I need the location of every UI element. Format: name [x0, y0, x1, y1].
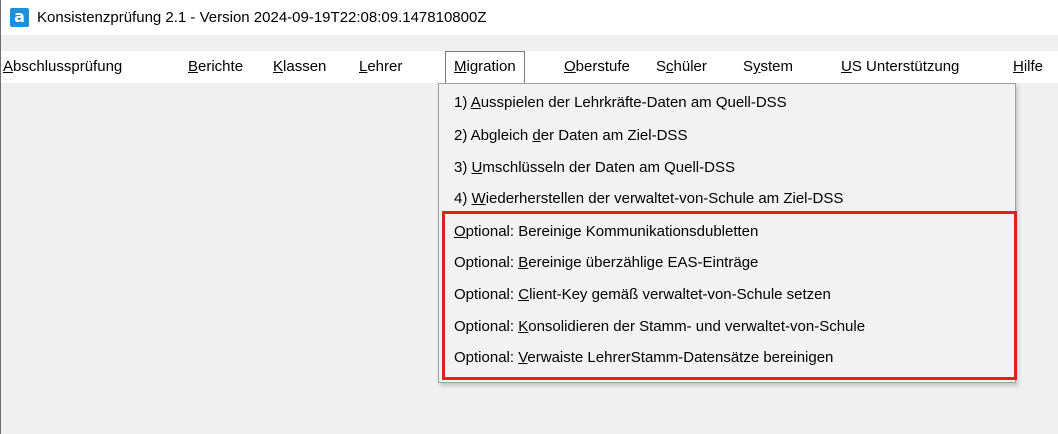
menu-accelerator: O	[564, 58, 576, 75]
item-prefix: 1)	[454, 94, 471, 111]
item-label: lient-Key gemäß verwaltet-von-Schule set…	[529, 286, 831, 303]
menu-label: S Unterstützung	[851, 58, 960, 75]
menu-accelerator: M	[454, 58, 467, 75]
menu-accelerator: A	[3, 58, 14, 75]
menu-abschlusspruefung[interactable]: Abschlussprüfung	[3, 51, 122, 83]
migration-item-eas-eintraege[interactable]: Optional: Bereinige überzählige EAS-Eint…	[454, 249, 758, 277]
menu-oberstufe[interactable]: Oberstufe	[564, 51, 630, 83]
item-accelerator: O	[454, 223, 466, 240]
item-prefix: Optional:	[454, 254, 519, 271]
menu-label: lassen	[283, 58, 327, 75]
item-accelerator: d	[532, 127, 541, 144]
menu-label-prefix: S	[743, 58, 754, 75]
item-accelerator: A	[470, 94, 481, 111]
item-prefix: Optional:	[454, 349, 519, 366]
migration-item-client-key[interactable]: Optional: Client-Key gemäß verwaltet-von…	[454, 281, 831, 309]
migration-item-kommunikationsdubletten[interactable]: Optional: Bereinige Kommunikationsdublet…	[454, 218, 758, 246]
item-prefix: 2) Abgleich	[454, 127, 533, 144]
app-window: a Konsistenzprüfung 2.1 - Version 2024-0…	[0, 0, 1058, 434]
migration-item-konsolidieren[interactable]: Optional: Konsolidieren der Stamm- und v…	[454, 313, 865, 341]
migration-item-ausspielen[interactable]: 1) Ausspielen der Lehrkräfte-Daten am Qu…	[454, 89, 787, 117]
menu-label: hüler	[673, 58, 707, 75]
menu-system[interactable]: System	[743, 51, 793, 83]
migration-item-wiederherstellen[interactable]: 4) Wiederherstellen der verwaltet-von-Sc…	[454, 185, 843, 213]
menu-label: ilfe	[1023, 58, 1044, 75]
menu-label: bschlussprüfung	[13, 58, 123, 75]
menu-accelerator: H	[1013, 58, 1024, 75]
migration-item-verwaiste-datensaetze[interactable]: Optional: Verwaiste LehrerStamm-Datensät…	[454, 344, 833, 372]
menu-accelerator: y	[753, 58, 761, 75]
migration-dropdown-menu: 1) Ausspielen der Lehrkräfte-Daten am Qu…	[438, 83, 1016, 383]
item-accelerator: U	[471, 159, 483, 176]
item-accelerator: K	[518, 318, 529, 335]
item-accelerator: W	[471, 190, 486, 207]
migration-item-abgleich[interactable]: 2) Abgleich der Daten am Ziel-DSS	[454, 122, 687, 150]
menu-bar: Abschlussprüfung Berichte Klassen Lehrer…	[1, 51, 1058, 84]
title-bar: a Konsistenzprüfung 2.1 - Version 2024-0…	[1, 0, 1058, 35]
menu-schueler[interactable]: Schüler	[656, 51, 707, 83]
menu-accelerator: B	[188, 58, 199, 75]
item-accelerator: B	[518, 254, 529, 271]
menu-berichte[interactable]: Berichte	[188, 51, 243, 83]
item-prefix: Optional:	[454, 318, 519, 335]
menu-accelerator: K	[273, 58, 284, 75]
item-label: erwaiste LehrerStamm-Datensätze bereinig…	[527, 349, 834, 366]
menu-us-unterstuetzung[interactable]: US Unterstützung	[841, 51, 959, 83]
migration-item-umschluesseln[interactable]: 3) Umschlüsseln der Daten am Quell-DSS	[454, 154, 735, 182]
menu-accelerator: U	[841, 58, 852, 75]
item-prefix: Optional:	[454, 286, 519, 303]
item-label: ereinige überzählige EAS-Einträge	[528, 254, 759, 271]
window-title: Konsistenzprüfung 2.1 - Version 2024-09-…	[37, 9, 487, 26]
menu-klassen[interactable]: Klassen	[273, 51, 326, 83]
item-label: ptional: Bereinige Kommunikationsdublett…	[465, 223, 759, 240]
app-logo-icon: a	[10, 8, 29, 27]
menu-label-prefix: S	[656, 58, 667, 75]
menu-hilfe[interactable]: Hilfe	[1013, 51, 1043, 83]
menu-label: stem	[760, 58, 794, 75]
menu-accelerator: c	[666, 58, 674, 75]
menu-label: ehrer	[367, 58, 403, 75]
menu-lehrer[interactable]: Lehrer	[359, 51, 402, 83]
item-prefix: 4)	[454, 190, 472, 207]
menu-migration[interactable]: Migration	[445, 51, 525, 84]
menu-label: igration	[466, 58, 516, 75]
item-accelerator: C	[518, 286, 530, 303]
menu-label: erichte	[198, 58, 244, 75]
item-prefix: 3)	[454, 159, 472, 176]
item-label: mschlüsseln der Daten am Quell-DSS	[482, 159, 735, 176]
item-label: usspielen der Lehrkräfte-Daten am Quell-…	[480, 94, 787, 111]
item-label: er Daten am Ziel-DSS	[540, 127, 688, 144]
item-label: iederherstellen der verwaltet-von-Schule…	[485, 190, 844, 207]
menu-label: berstufe	[575, 58, 630, 75]
item-label: onsolidieren der Stamm- und verwaltet-vo…	[528, 318, 866, 335]
